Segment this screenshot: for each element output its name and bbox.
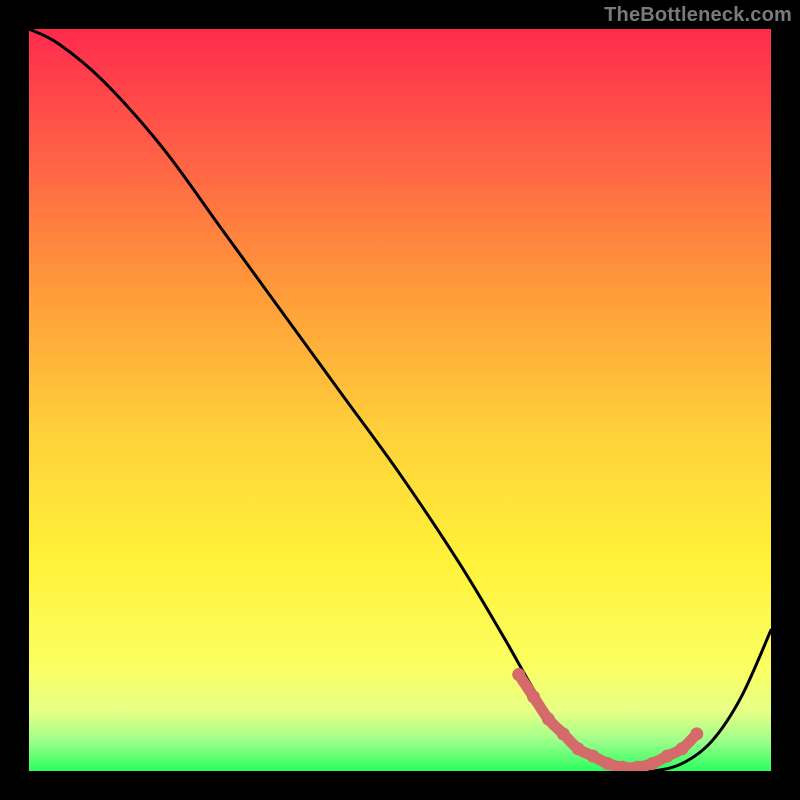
highlight-dot bbox=[512, 668, 525, 681]
highlight-dot bbox=[690, 727, 703, 740]
highlight-dot bbox=[527, 690, 540, 703]
highlight-dot bbox=[661, 750, 674, 763]
plot-background bbox=[29, 29, 771, 771]
highlight-dot bbox=[542, 713, 555, 726]
chart-stage: TheBottleneck.com bbox=[0, 0, 800, 800]
highlight-dot bbox=[675, 742, 688, 755]
highlight-dot bbox=[646, 757, 659, 770]
bottleneck-plot bbox=[0, 0, 800, 800]
watermark-text: TheBottleneck.com bbox=[604, 4, 792, 27]
highlight-dot bbox=[557, 727, 570, 740]
highlight-dot bbox=[572, 742, 585, 755]
highlight-dot bbox=[586, 750, 599, 763]
highlight-dot bbox=[601, 757, 614, 770]
